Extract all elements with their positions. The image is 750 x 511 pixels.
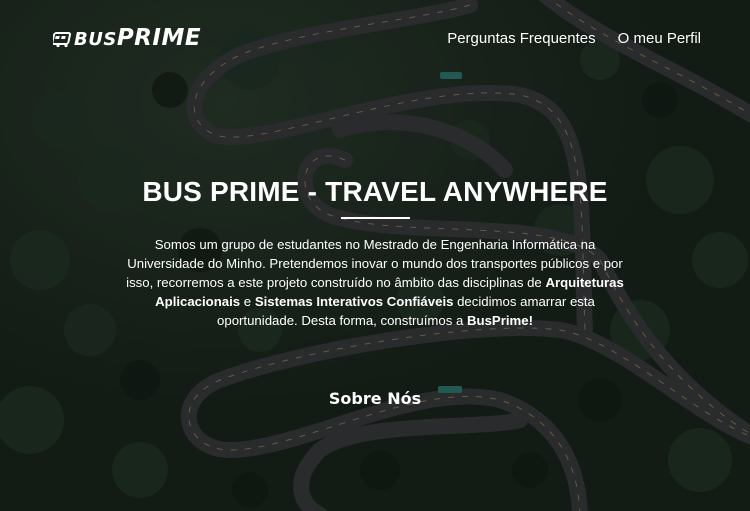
logo-prefix: BUS xyxy=(74,29,117,50)
about-section-link-wrapper: Sobre Nós xyxy=(0,389,750,408)
logo-wordmark: BUSPRIME xyxy=(74,24,201,54)
about-us-link[interactable]: Sobre Nós xyxy=(329,389,421,408)
hero-title: BUS PRIME - TRAVEL ANYWHERE xyxy=(142,176,608,207)
description-part-2: e xyxy=(240,294,255,309)
nav-links: Perguntas Frequentes O meu Perfil xyxy=(447,30,701,47)
nav-link-faq[interactable]: Perguntas Frequentes xyxy=(447,30,595,47)
nav-link-profile[interactable]: O meu Perfil xyxy=(618,30,701,47)
hero-description: Somos um grupo de estudantes no Mestrado… xyxy=(125,235,625,330)
bus-icon xyxy=(53,32,72,48)
top-navbar: BUSPRIME Perguntas Frequentes O meu Perf… xyxy=(0,0,750,78)
hero-section: BUSPRIME Perguntas Frequentes O meu Perf… xyxy=(0,0,750,511)
busprime-logo[interactable]: BUSPRIME xyxy=(53,25,201,53)
title-divider xyxy=(341,217,410,219)
logo-suffix: PRIME xyxy=(116,25,202,51)
course-name-2: Sistemas Interativos Confiáveis xyxy=(254,294,454,309)
description-brand: BusPrime! xyxy=(467,313,533,328)
